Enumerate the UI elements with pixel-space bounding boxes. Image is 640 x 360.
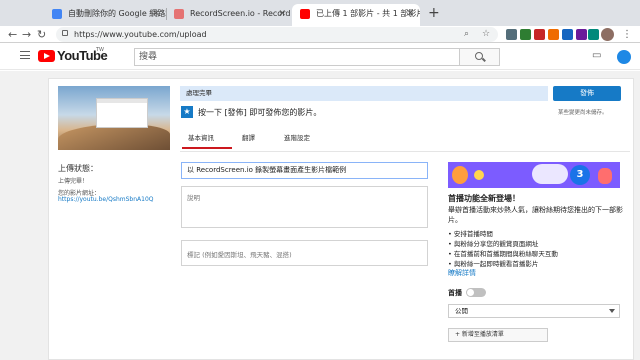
youtube-logo-icon[interactable]	[38, 50, 55, 62]
forward-arrow-icon[interactable]: →	[22, 26, 31, 43]
video-camera-icon[interactable]: ▭	[592, 50, 601, 61]
upload-status-value: 上傳完畢！	[58, 178, 89, 185]
publish-button[interactable]: 發佈	[553, 86, 621, 101]
browser-tab-recordscreen[interactable]: RecordScreen.io - Record your ✕	[166, 4, 292, 26]
account-avatar[interactable]	[617, 50, 631, 64]
add-to-playlist-button[interactable]: + 新增至播放清單	[448, 328, 548, 342]
upload-status-label: 上傳狀態：	[58, 164, 98, 173]
recordscreen-favicon-icon	[174, 9, 184, 19]
tags-placeholder: 標記 (例如愛因斯坦、飛天豬、混搭)	[187, 251, 292, 259]
privacy-value: 公開	[455, 307, 468, 315]
character-illustration	[598, 168, 612, 184]
browser-tab-title: 已上傳 1 部影片 - 共 1 部影片 -	[316, 9, 420, 18]
close-tab-icon[interactable]: ✕	[278, 4, 286, 24]
back-arrow-icon[interactable]: ←	[8, 26, 17, 43]
menu-icon[interactable]	[20, 51, 30, 59]
extension-icon[interactable]	[588, 29, 599, 40]
profile-avatar[interactable]	[601, 28, 614, 41]
youtube-favicon-icon	[300, 9, 310, 19]
description-placeholder: 說明	[187, 194, 200, 202]
unsaved-changes-text: 某些變更尚未儲存。	[558, 110, 608, 116]
premiere-banner: 3	[448, 162, 620, 188]
extension-icon[interactable]	[520, 29, 531, 40]
address-bar[interactable]: https://www.youtube.com/upload ⌕ ☆	[56, 27, 498, 42]
search-icon[interactable]: ⌕	[464, 27, 469, 42]
search-input[interactable]: 搜尋	[134, 48, 460, 66]
lock-icon	[62, 30, 68, 36]
youtube-header: YouTube TW 搜尋 ▭	[0, 44, 640, 70]
tags-input[interactable]: 標記 (例如愛因斯坦、飛天豬、混搭)	[181, 240, 428, 266]
upload-tabs: 基本資訊 翻譯 進階設定	[180, 124, 630, 152]
premiere-bullet: • 在首播前和首播期間與粉絲聊天互動	[448, 250, 558, 258]
extension-icon[interactable]	[506, 29, 517, 40]
tab-advanced-settings[interactable]: 進階設定	[284, 132, 310, 142]
learn-more-link[interactable]: 瞭解詳情	[448, 268, 476, 278]
extension-icon[interactable]	[562, 29, 573, 40]
speech-bubble	[532, 164, 568, 184]
browser-tab-google[interactable]: 自動刪除你的 Google 網路和應用 ✕	[44, 4, 166, 26]
video-title-input[interactable]: 以 RecordScreen.io 錄製螢幕畫面產生影片檔範例	[181, 162, 428, 179]
premiere-bullet: • 與粉絲一起即時觀看首播影片	[448, 260, 539, 268]
premiere-toggle-label: 首播	[448, 289, 462, 297]
premiere-bullet: • 與粉絲分享您的觀賞頁面網址	[448, 240, 539, 248]
bookmark-star-icon[interactable]: ☆	[482, 27, 490, 42]
character-illustration	[452, 166, 468, 184]
search-button[interactable]	[460, 48, 500, 66]
search-icon	[475, 52, 483, 60]
browser-tab-strip: 自動刪除你的 Google 網路和應用 ✕ RecordScreen.io - …	[0, 0, 640, 26]
extension-icon[interactable]	[576, 29, 587, 40]
privacy-select[interactable]: 公開	[448, 304, 620, 318]
countdown-number: 3	[570, 165, 590, 185]
publish-tip: 按一下 [發佈] 即可發佈您的影片。	[198, 108, 322, 117]
close-tab-icon[interactable]: ✕	[152, 4, 160, 24]
thumbnail-window	[96, 98, 148, 128]
browser-tab-title: RecordScreen.io - Record your	[190, 9, 292, 18]
premiere-description: 舉辦首播活動來炒熱人氣，讓粉絲期待您推出的下一部影片。	[448, 206, 623, 224]
tab-translation[interactable]: 翻譯	[242, 132, 255, 142]
search-placeholder: 搜尋	[139, 52, 158, 62]
premiere-bullet: • 安排首播時間	[448, 230, 493, 238]
browser-tab-youtube[interactable]: 已上傳 1 部影片 - 共 1 部影片 - ✕	[292, 4, 420, 26]
premiere-toggle[interactable]	[466, 288, 486, 297]
close-tab-icon[interactable]: ✕	[406, 4, 414, 24]
processing-status: 處理完畢	[186, 89, 212, 97]
video-url-link[interactable]: https://youtu.be/QshmSbnA10Q	[58, 196, 154, 203]
video-thumbnail	[58, 86, 170, 150]
description-textarea[interactable]: 說明	[181, 186, 428, 228]
chevron-down-icon	[609, 309, 615, 313]
kebab-menu-icon[interactable]: ⋮	[622, 26, 632, 43]
browser-tab-title: 自動刪除你的 Google 網路和應用	[68, 9, 166, 18]
extension-icon[interactable]	[548, 29, 559, 40]
premiere-title: 首播功能全新登場！	[448, 194, 520, 203]
url-text: https://www.youtube.com/upload	[74, 30, 207, 39]
logo-region: TW	[96, 47, 104, 53]
processing-bar: 處理完畢	[180, 86, 548, 101]
browser-toolbar: ← → ↻ https://www.youtube.com/upload ⌕ ☆…	[0, 26, 640, 43]
reload-icon[interactable]: ↻	[37, 26, 46, 43]
character-illustration	[474, 170, 484, 180]
new-tab-icon[interactable]: +	[428, 5, 440, 21]
star-icon: ★	[181, 106, 193, 118]
google-favicon-icon	[52, 9, 62, 19]
tab-basic-info[interactable]: 基本資訊	[182, 132, 232, 149]
extension-icon[interactable]	[534, 29, 545, 40]
